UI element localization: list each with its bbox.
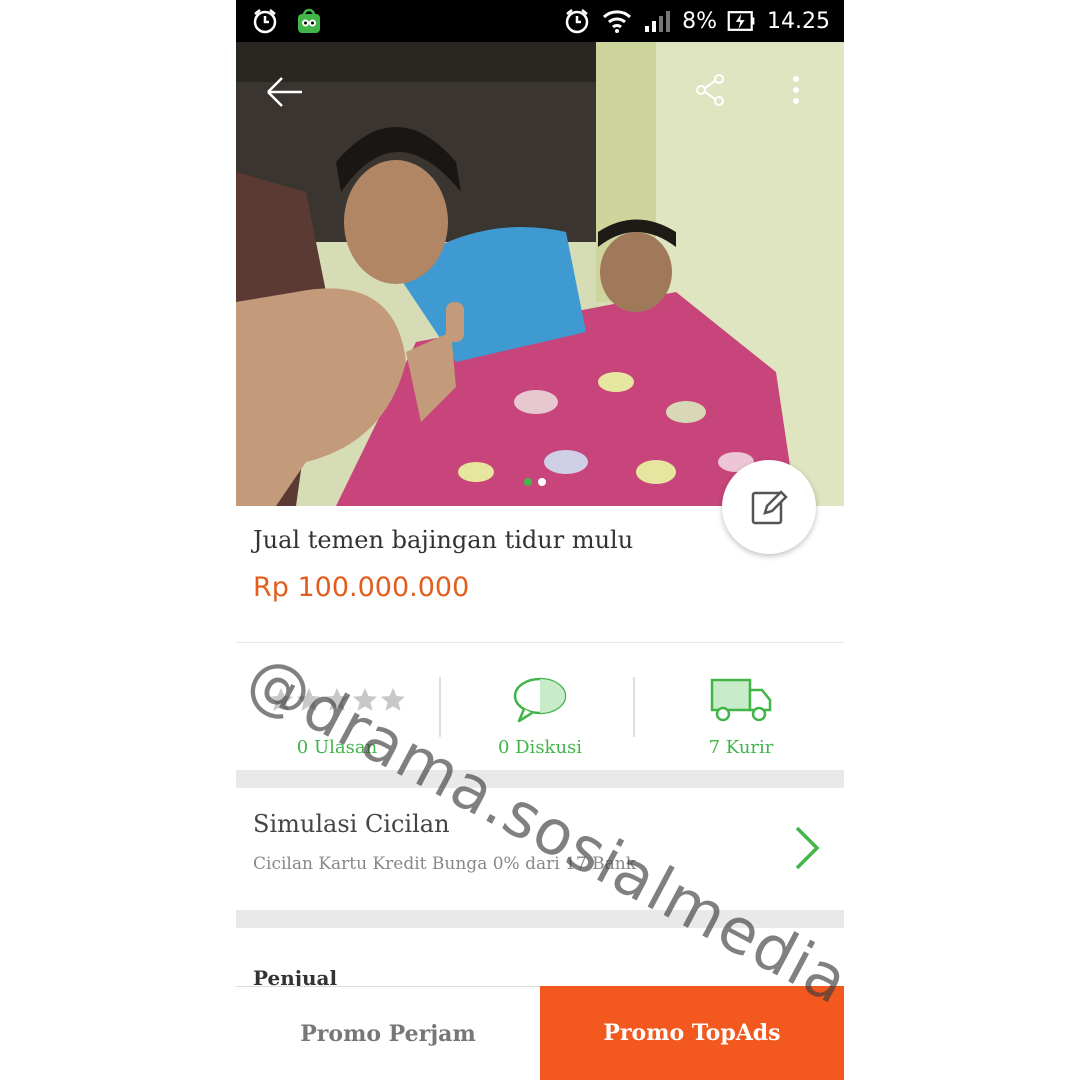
product-image[interactable]	[236, 42, 844, 506]
alarm-icon	[562, 6, 592, 36]
divider	[633, 677, 635, 737]
bottom-action-bar: Promo Perjam Promo TopAds	[236, 986, 844, 1080]
promo-perjam-button[interactable]: Promo Perjam	[236, 986, 540, 1080]
product-price: Rp 100.000.000	[253, 572, 470, 603]
chevron-right-icon	[792, 824, 822, 876]
chat-bubble-icon	[513, 677, 567, 723]
battery-charging-icon	[727, 6, 757, 36]
section-divider	[236, 910, 844, 928]
clock: 14.25	[767, 8, 830, 34]
share-button[interactable]	[690, 70, 730, 110]
couriers-stat[interactable]: 7 Kurir	[640, 643, 842, 771]
reviews-stat[interactable]: 0 Ulasan	[236, 643, 438, 771]
discussions-stat[interactable]: 0 Diskusi	[439, 643, 641, 771]
product-photo-illustration	[236, 42, 844, 506]
discussions-count: 0 Diskusi	[497, 737, 583, 758]
installment-title: Simulasi Cicilan	[253, 810, 450, 838]
star-icon	[353, 688, 377, 711]
reviews-count: 0 Ulasan	[296, 737, 378, 758]
more-vertical-icon	[793, 76, 799, 104]
installment-simulation-row[interactable]: Simulasi Cicilan Cicilan Kartu Kredit Bu…	[236, 788, 844, 910]
truck-icon	[710, 678, 772, 722]
rating-stars	[267, 669, 407, 731]
pager-dot-active	[524, 478, 532, 486]
signal-icon	[642, 6, 672, 36]
status-bar: 8% 14.25	[236, 0, 844, 42]
wifi-icon	[602, 6, 632, 36]
edit-product-button[interactable]	[722, 460, 816, 554]
more-menu-button[interactable]	[782, 70, 810, 110]
star-icon	[325, 688, 349, 711]
arrow-left-icon	[267, 77, 302, 107]
share-icon	[696, 74, 724, 106]
back-button[interactable]	[262, 72, 306, 112]
promo-topads-button[interactable]: Promo TopAds	[540, 986, 844, 1080]
image-pager-dots	[524, 478, 546, 486]
alarm-icon	[250, 6, 280, 36]
section-divider	[236, 770, 844, 788]
couriers-count: 7 Kurir	[708, 737, 774, 758]
installment-subtitle: Cicilan Kartu Kredit Bunga 0% dari 17 Ba…	[253, 854, 636, 874]
edit-icon	[751, 490, 788, 525]
star-icon	[269, 688, 293, 711]
pager-dot	[538, 478, 546, 486]
product-title: Jual temen bajingan tidur mulu	[253, 526, 634, 554]
phone-screen: 8% 14.25 Jual temen bajingan tidur mulu …	[236, 0, 844, 1080]
battery-percent: 8%	[682, 8, 718, 34]
tokopedia-app-icon	[294, 6, 324, 36]
product-stats: 0 Ulasan 0 Diskusi 7 Kurir	[236, 642, 844, 771]
star-icon	[381, 688, 405, 711]
star-icon	[297, 688, 321, 711]
